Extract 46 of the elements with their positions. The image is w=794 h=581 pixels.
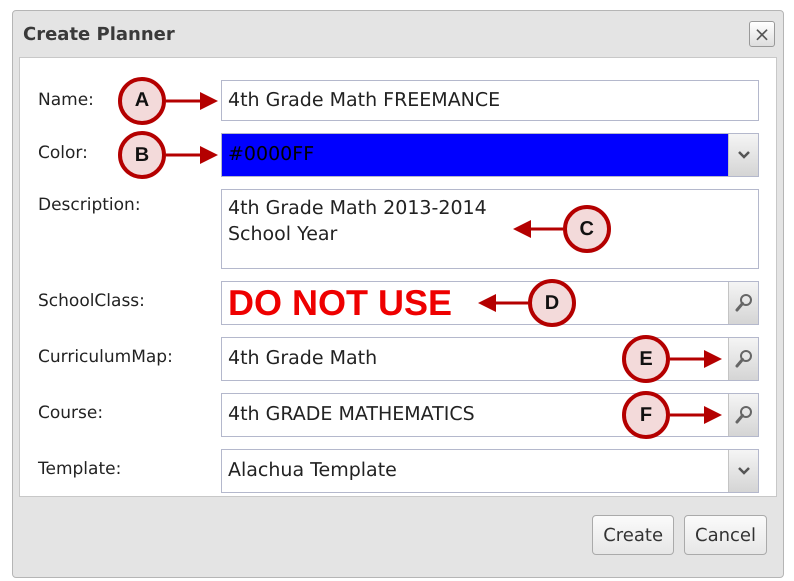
window-title: Create Planner xyxy=(23,24,175,44)
search-icon xyxy=(734,293,752,313)
callout-marker: D xyxy=(528,279,576,327)
field-label: Color: xyxy=(38,142,88,163)
field-label: Course: xyxy=(38,402,104,423)
arrow-icon xyxy=(166,90,218,110)
input-field[interactable]: 4th Grade Math FREEMANCE xyxy=(221,80,759,121)
search-button[interactable] xyxy=(728,394,758,436)
field-value: 4th Grade Math 2013-2014 School Year xyxy=(227,196,488,247)
cancel-button[interactable]: Cancel xyxy=(684,515,767,555)
field-label: SchoolClass: xyxy=(38,290,145,311)
search-icon xyxy=(734,405,752,425)
field-label: Description: xyxy=(38,194,141,215)
field-value: Alachua Template xyxy=(227,458,398,484)
close-button[interactable]: × xyxy=(749,21,775,47)
callout-marker: E xyxy=(622,335,670,383)
field-value: 4th GRADE MATHEMATICS xyxy=(227,402,476,428)
callout-marker: F xyxy=(622,391,670,439)
search-button[interactable] xyxy=(728,338,758,380)
callout-marker: B xyxy=(118,131,166,179)
dropdown-field[interactable]: Alachua Template xyxy=(221,449,759,493)
arrow-icon xyxy=(478,293,528,313)
field-label: Template: xyxy=(38,458,122,479)
arrow-icon xyxy=(670,405,722,425)
dropdown-button[interactable] xyxy=(728,134,758,176)
input-field[interactable]: 4th Grade Math E xyxy=(221,337,759,381)
caret-icon xyxy=(736,150,750,160)
input-field[interactable]: DO NOT USE D xyxy=(221,281,759,325)
arrow-icon xyxy=(166,145,218,165)
arrow-icon xyxy=(512,219,563,239)
field-value: 4th Grade Math FREEMANCE xyxy=(227,88,502,113)
field-label: CurriculumMap: xyxy=(38,346,173,367)
field-value: #0000FF xyxy=(227,142,316,168)
warning-note: DO NOT USE xyxy=(227,285,454,321)
dropdown-button[interactable] xyxy=(728,450,758,492)
search-icon xyxy=(734,349,752,369)
callout-marker: A xyxy=(118,76,166,124)
create-button[interactable]: Create xyxy=(592,515,674,555)
description-field[interactable]: 4th Grade Math 2013-2014 School Year C xyxy=(221,189,759,269)
input-field[interactable]: 4th GRADE MATHEMATICS F xyxy=(221,393,759,437)
caret-icon xyxy=(736,466,750,476)
search-button[interactable] xyxy=(728,282,758,324)
field-label: Name: xyxy=(38,89,94,110)
field-value: 4th Grade Math xyxy=(227,346,378,372)
callout-marker: C xyxy=(562,205,611,253)
arrow-icon xyxy=(670,349,722,369)
